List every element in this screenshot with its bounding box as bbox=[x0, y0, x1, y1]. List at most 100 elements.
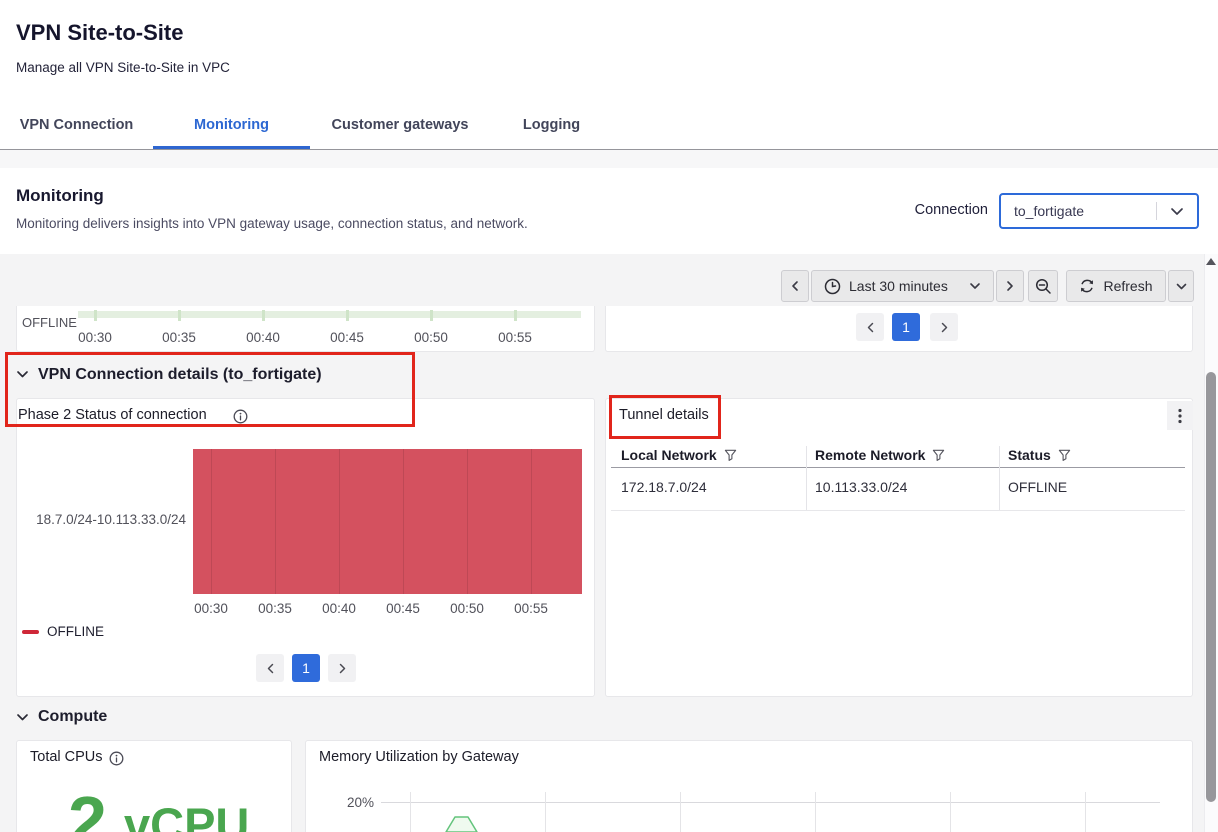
time-forward-button[interactable] bbox=[996, 270, 1024, 302]
memory-y-tick-label: 20% bbox=[330, 795, 374, 810]
memory-v-gridline bbox=[410, 792, 411, 832]
memory-v-gridline bbox=[680, 792, 681, 832]
refresh-icon bbox=[1079, 278, 1095, 294]
compute-section-title: Compute bbox=[38, 708, 107, 726]
status-strip bbox=[78, 311, 581, 318]
legend-swatch bbox=[22, 630, 39, 634]
column-header-label: Remote Network bbox=[815, 447, 925, 463]
column-header-remote-network: Remote Network bbox=[815, 447, 945, 463]
phase2-x-tick-label: 00:45 bbox=[373, 601, 433, 616]
memory-area-series bbox=[438, 808, 484, 832]
time-range-label: Last 30 minutes bbox=[849, 278, 961, 294]
zoom-out-button[interactable] bbox=[1028, 270, 1058, 302]
status-strip-tick bbox=[94, 310, 97, 321]
status-x-tick-label: 00:55 bbox=[485, 330, 545, 345]
connection-select[interactable]: to_fortigate bbox=[999, 193, 1199, 229]
monitoring-heading: Monitoring bbox=[16, 186, 104, 206]
phase2-pagination-next-button[interactable] bbox=[328, 654, 356, 682]
page-title: VPN Site-to-Site bbox=[16, 20, 183, 46]
refresh-label: Refresh bbox=[1103, 278, 1152, 294]
phase2-gridline bbox=[275, 449, 276, 594]
filter-icon[interactable] bbox=[724, 448, 737, 462]
status-x-tick-label: 00:35 bbox=[149, 330, 209, 345]
time-range-button[interactable]: Last 30 minutes bbox=[811, 270, 994, 302]
filter-icon[interactable] bbox=[932, 448, 945, 462]
phase2-gridline bbox=[403, 449, 404, 594]
table-header-border bbox=[611, 467, 1185, 468]
column-header-status: Status bbox=[1008, 447, 1071, 463]
phase2-chart-title: Phase 2 Status of connection bbox=[18, 407, 207, 423]
tunnel-details-card bbox=[605, 398, 1193, 697]
status-x-tick-label: 00:50 bbox=[401, 330, 461, 345]
phase2-pagination-prev-button[interactable] bbox=[256, 654, 284, 682]
memory-v-gridline bbox=[815, 792, 816, 832]
total-cpus-value: 2 bbox=[68, 786, 107, 832]
memory-chart-title: Memory Utilization by Gateway bbox=[319, 749, 519, 765]
column-header-label: Status bbox=[1008, 447, 1051, 463]
refresh-options-button[interactable] bbox=[1168, 270, 1194, 302]
clock-icon bbox=[824, 278, 841, 295]
tab-logging[interactable]: Logging bbox=[490, 104, 613, 146]
kebab-icon bbox=[1178, 408, 1182, 424]
table-row-border bbox=[611, 510, 1185, 511]
memory-v-gridline bbox=[950, 792, 951, 832]
memory-v-gridline bbox=[545, 792, 546, 832]
vpn-details-section-title: VPN Connection details (to_fortigate) bbox=[38, 366, 322, 384]
info-icon[interactable] bbox=[109, 751, 124, 766]
scrollbar-up-arrow[interactable] bbox=[1206, 258, 1216, 265]
column-header-label: Local Network bbox=[621, 447, 717, 463]
phase2-pagination-page-1[interactable]: 1 bbox=[292, 654, 320, 682]
connection-label: Connection bbox=[850, 202, 988, 218]
scrollbar-thumb[interactable] bbox=[1206, 372, 1216, 802]
table-cell: OFFLINE bbox=[1008, 479, 1067, 495]
offline-status-bar[interactable] bbox=[193, 449, 582, 594]
tab-vpn-connection[interactable]: VPN Connection bbox=[0, 104, 153, 146]
magnifier-minus-icon bbox=[1035, 278, 1052, 295]
column-separator bbox=[806, 446, 807, 510]
status-x-tick-label: 00:40 bbox=[233, 330, 293, 345]
refresh-button[interactable]: Refresh bbox=[1066, 270, 1166, 302]
phase2-x-tick-label: 00:55 bbox=[501, 601, 561, 616]
column-header-local-network: Local Network bbox=[621, 447, 737, 463]
phase2-x-tick-label: 00:30 bbox=[181, 601, 241, 616]
pagination-next-button[interactable] bbox=[930, 313, 958, 341]
tunnel-details-title: Tunnel details bbox=[619, 407, 709, 423]
status-x-tick-label: 00:30 bbox=[65, 330, 125, 345]
kebab-menu-button[interactable] bbox=[1167, 401, 1193, 430]
monitoring-description: Monitoring delivers insights into VPN ga… bbox=[16, 216, 528, 231]
status-strip-tick bbox=[262, 310, 265, 321]
phase2-gridline bbox=[531, 449, 532, 594]
phase2-y-category-label: 18.7.0/24-10.113.33.0/24 bbox=[16, 512, 186, 527]
status-strip-tick bbox=[514, 310, 517, 321]
page-subtitle: Manage all VPN Site-to-Site in VPC bbox=[16, 60, 230, 75]
status-strip-tick bbox=[430, 310, 433, 321]
phase2-gridline bbox=[211, 449, 212, 594]
pagination-prev-button[interactable] bbox=[856, 313, 884, 341]
info-icon[interactable] bbox=[233, 409, 248, 424]
time-back-button[interactable] bbox=[781, 270, 809, 302]
pagination-page-1[interactable]: 1 bbox=[892, 313, 920, 341]
tab-monitoring[interactable]: Monitoring bbox=[153, 104, 310, 146]
status-x-tick-label: 00:45 bbox=[317, 330, 377, 345]
phase2-x-tick-label: 00:35 bbox=[245, 601, 305, 616]
memory-h-gridline bbox=[381, 802, 1160, 803]
connection-select-value: to_fortigate bbox=[1001, 203, 1156, 219]
table-cell: 172.18.7.0/24 bbox=[621, 479, 707, 495]
legend-label: OFFLINE bbox=[47, 624, 104, 639]
collapse-chevron-icon[interactable] bbox=[16, 370, 29, 379]
phase2-gridline bbox=[467, 449, 468, 594]
phase2-gridline bbox=[339, 449, 340, 594]
total-cpus-title: Total CPUs bbox=[30, 749, 103, 765]
status-y-label: OFFLINE bbox=[22, 315, 77, 330]
column-separator bbox=[999, 446, 1000, 510]
phase2-x-tick-label: 00:50 bbox=[437, 601, 497, 616]
phase2-x-tick-label: 00:40 bbox=[309, 601, 369, 616]
chevron-down-icon[interactable] bbox=[1157, 207, 1197, 216]
filter-icon[interactable] bbox=[1058, 448, 1071, 462]
status-strip-tick bbox=[178, 310, 181, 321]
compute-collapse-chevron-icon[interactable] bbox=[16, 713, 29, 722]
memory-v-gridline bbox=[1085, 792, 1086, 832]
chevron-down-icon bbox=[971, 284, 979, 288]
tab-customer-gateways[interactable]: Customer gateways bbox=[310, 104, 490, 146]
status-strip-tick bbox=[346, 310, 349, 321]
